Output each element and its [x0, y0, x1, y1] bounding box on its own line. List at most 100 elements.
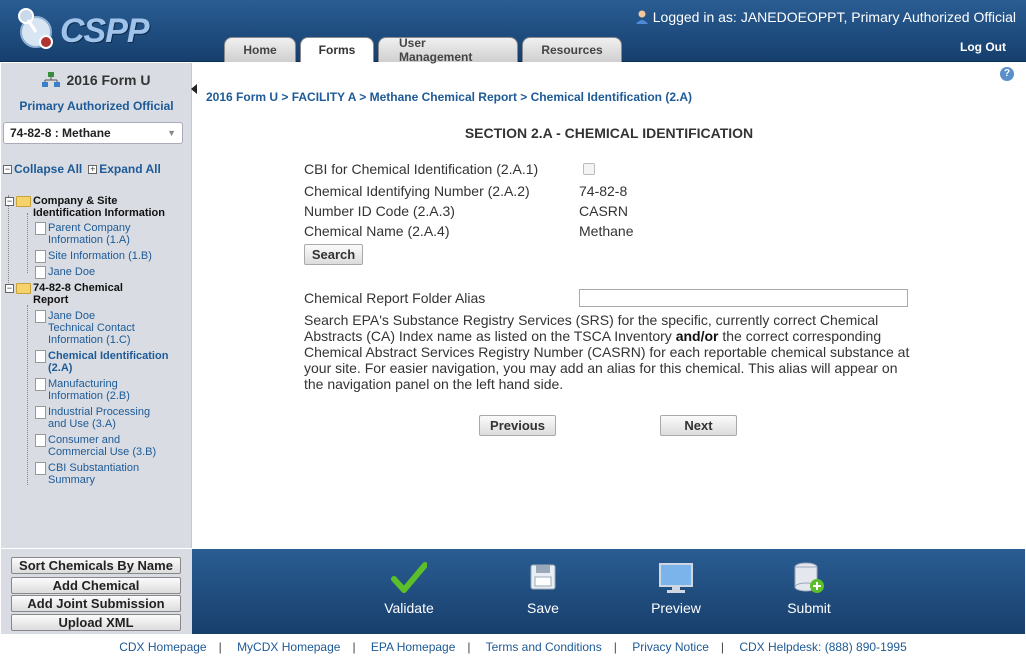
collapse-sidebar-icon[interactable]: [191, 84, 197, 94]
help-text-bold: and/or: [675, 328, 719, 344]
tree-node-company[interactable]: − Company & Site Identification Informat…: [5, 195, 173, 219]
search-button[interactable]: Search: [304, 244, 363, 265]
checkmark-icon: [364, 562, 454, 594]
footer-separator: |: [720, 640, 724, 654]
tab-home[interactable]: Home: [224, 37, 296, 62]
preview-action[interactable]: Preview: [631, 562, 721, 616]
tree-leaf-site-information[interactable]: Site Information (1.B): [35, 250, 152, 263]
tab-resources[interactable]: Resources: [522, 37, 622, 62]
upload-xml-button[interactable]: Upload XML: [11, 614, 181, 631]
footer-link-privacy[interactable]: Privacy Notice: [632, 640, 709, 654]
footer-link-epa-homepage[interactable]: EPA Homepage: [371, 640, 456, 654]
help-icon[interactable]: ?: [1000, 67, 1014, 81]
tree-leaf-label: CBI Substantiation Summary: [48, 462, 140, 486]
page-icon: [35, 462, 46, 475]
chemical-name-label: Chemical Name (2.A.4): [304, 223, 450, 239]
tab-user-management[interactable]: User Management: [378, 36, 518, 64]
logged-in-prefix: Logged in as:: [652, 9, 737, 25]
footer-link-terms[interactable]: Terms and Conditions: [486, 640, 602, 654]
validate-label: Validate: [384, 600, 434, 616]
app-name: CSPP: [60, 12, 150, 50]
tree-leaf-label: Jane Doe Technical Contact Information (…: [48, 310, 135, 346]
tree-leaf-industrial-processing[interactable]: Industrial Processing and Use (3.A): [35, 406, 158, 430]
page-icon: [35, 266, 46, 279]
sort-chemicals-button[interactable]: Sort Chemicals By Name: [11, 557, 181, 574]
tree-node-label: Company & Site Identification Informatio…: [33, 195, 165, 219]
folder-icon: [16, 283, 31, 294]
tree-leaf-jane-doe[interactable]: Jane Doe: [35, 266, 95, 279]
alias-input[interactable]: [579, 289, 908, 307]
monitor-icon: [631, 562, 721, 594]
tree-leaf-label: Consumer and Commercial Use (3.B): [48, 434, 157, 458]
breadcrumb[interactable]: 2016 Form U > FACILITY A > Methane Chemi…: [206, 90, 692, 104]
form-title-text: 2016 Form U: [66, 72, 151, 88]
footer-separator: |: [218, 640, 222, 654]
tree-leaf-cbi-substantiation[interactable]: CBI Substantiation Summary: [35, 462, 148, 486]
footer-link-cdx-homepage[interactable]: CDX Homepage: [119, 640, 206, 654]
id-number-label: Chemical Identifying Number (2.A.2): [304, 183, 530, 199]
id-code-value: CASRN: [579, 203, 629, 219]
tree-leaf-chemical-identification[interactable]: Chemical Identification (2.A): [35, 350, 176, 374]
save-label: Save: [527, 600, 559, 616]
minus-box-icon[interactable]: −: [5, 284, 14, 293]
chevron-down-icon: ▼: [167, 128, 176, 138]
footer-separator: |: [352, 640, 356, 654]
alias-label: Chemical Report Folder Alias: [304, 290, 486, 306]
plus-box-icon: +: [88, 163, 98, 174]
next-button[interactable]: Next: [660, 415, 737, 436]
tree-leaf-label: Industrial Processing and Use (3.A): [48, 406, 151, 430]
tree-leaf-label: Jane Doe: [48, 266, 96, 278]
database-add-icon: [764, 562, 854, 594]
tree-node-chemical-report[interactable]: − 74-82-8 Chemical Report: [5, 282, 128, 306]
tab-forms[interactable]: Forms: [300, 37, 374, 62]
save-action[interactable]: Save: [498, 562, 588, 616]
tree-leaf-parent-company[interactable]: Parent Company Information (1.A): [35, 222, 143, 246]
previous-button[interactable]: Previous: [479, 415, 556, 436]
page-icon: [35, 222, 46, 235]
footer-link-mycdx-homepage[interactable]: MyCDX Homepage: [237, 640, 340, 654]
footer-link-helpdesk[interactable]: CDX Helpdesk: (888) 890-1995: [739, 640, 906, 654]
cspp-logo: CSPP: [12, 6, 162, 52]
tree-leaf-technical-contact[interactable]: Jane Doe Technical Contact Information (…: [35, 310, 143, 346]
page-icon: [35, 378, 46, 391]
chemical-name-value: Methane: [579, 223, 634, 239]
id-number-value: 74-82-8: [579, 183, 628, 199]
tree-leaf-manufacturing[interactable]: Manufacturing Information (2.B): [35, 378, 143, 402]
navigation-sidebar: 2016 Form U Primary Authorized Official …: [1, 63, 192, 548]
footer-links: CDX Homepage | MyCDX Homepage | EPA Homepa…: [0, 640, 1026, 654]
add-joint-submission-button[interactable]: Add Joint Submission: [11, 595, 181, 612]
logout-link[interactable]: Log Out: [960, 40, 1006, 54]
footer-separator: |: [467, 640, 471, 654]
tree-line: [27, 213, 28, 273]
add-chemical-button[interactable]: Add Chemical: [11, 577, 181, 594]
tree-leaf-consumer-commercial[interactable]: Consumer and Commercial Use (3.B): [35, 434, 163, 458]
expand-all-link[interactable]: Expand All: [99, 162, 161, 176]
validate-action[interactable]: Validate: [364, 562, 454, 616]
user-role: Primary Authorized Official: [19, 99, 174, 113]
footer-separator: |: [613, 640, 617, 654]
collapse-all-link[interactable]: Collapse All: [14, 162, 82, 176]
logged-in-user: JANEDOEOPPT, Primary Authorized Official: [740, 9, 1016, 25]
page-icon: [35, 406, 46, 419]
page-icon: [35, 350, 46, 363]
id-code-label: Number ID Code (2.A.3): [304, 203, 455, 219]
tree-controls: − Collapse All + Expand All: [3, 162, 161, 176]
submit-action[interactable]: Submit: [764, 562, 854, 616]
user-icon: [635, 10, 649, 24]
minus-box-icon[interactable]: −: [5, 197, 14, 206]
cbi-checkbox[interactable]: [583, 163, 595, 175]
form-title: 2016 Form U: [1, 72, 192, 88]
page-icon: [35, 434, 46, 447]
tree-leaf-label: Site Information (1.B): [48, 250, 152, 262]
chemical-select[interactable]: 74-82-8 : Methane ▼: [3, 122, 183, 144]
tree-leaf-label: Manufacturing Information (2.B): [48, 378, 130, 402]
section-title: SECTION 2.A - CHEMICAL IDENTIFICATION: [464, 125, 754, 141]
tree-leaf-label: Parent Company Information (1.A): [48, 222, 131, 246]
floppy-disk-icon: [498, 562, 588, 594]
page-icon: [35, 310, 46, 323]
app-header: CSPP Logged in as: JANEDOEOPPT, Primary …: [0, 0, 1026, 64]
submit-label: Submit: [787, 600, 831, 616]
help-text: Search EPA's Substance Registry Services…: [304, 312, 914, 392]
logged-in-status: Logged in as: JANEDOEOPPT, Primary Autho…: [635, 9, 1016, 25]
tree-leaf-label: Chemical Identification (2.A): [48, 350, 169, 374]
